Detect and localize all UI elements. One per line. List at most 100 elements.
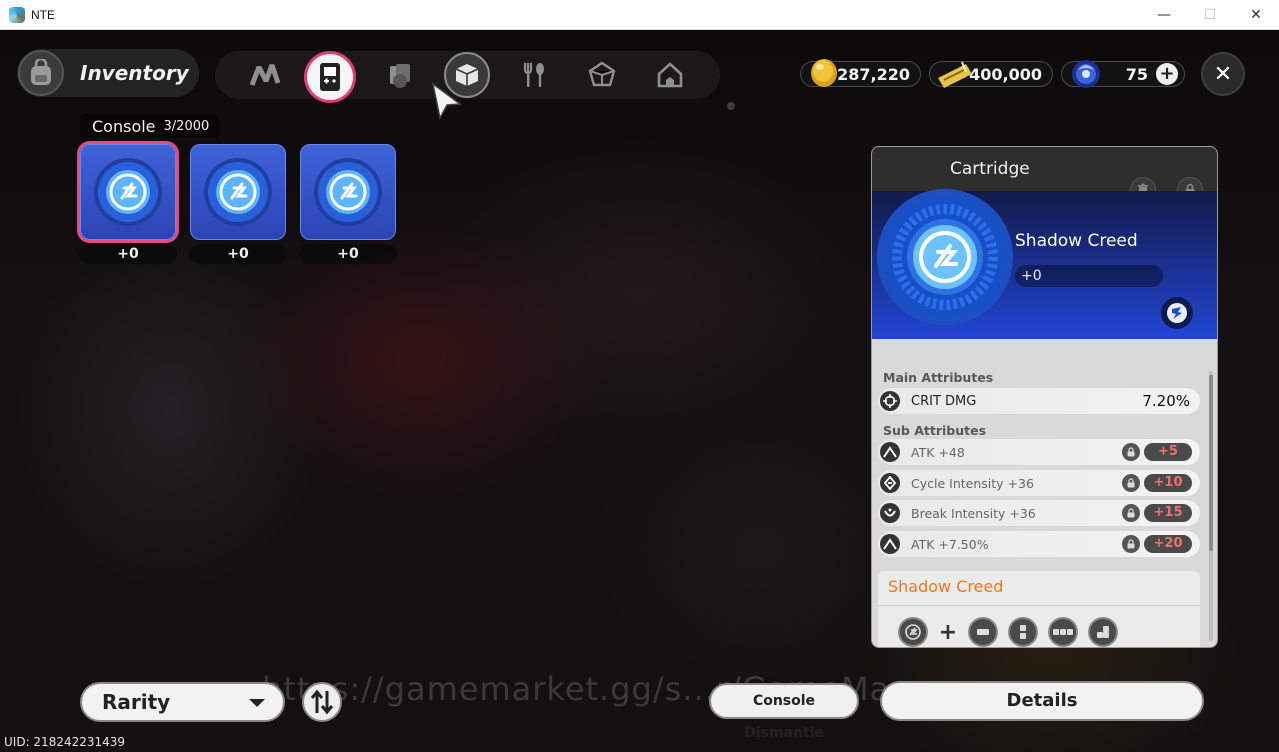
window-title: NTE bbox=[31, 7, 55, 22]
house-icon bbox=[657, 62, 683, 88]
window-close-button[interactable]: ✕ bbox=[1233, 0, 1279, 30]
sub-attributes-title: Sub Attributes bbox=[883, 423, 987, 438]
sub-attribute-row: Cycle Intensity +36 +10 bbox=[878, 470, 1200, 496]
blue-orb-icon bbox=[1068, 56, 1104, 96]
cards-icon bbox=[390, 64, 410, 88]
n-logo-icon bbox=[250, 64, 280, 86]
currency-ticket: 400,000 bbox=[929, 61, 1053, 88]
slot-level: +0 bbox=[189, 244, 287, 264]
handheld-console-icon bbox=[320, 63, 340, 91]
section-count: 3/2000 bbox=[163, 118, 210, 134]
sub-attribute-name: ATK +7.50% bbox=[911, 536, 989, 552]
ticket-amount: 400,000 bbox=[969, 64, 1042, 84]
tabs-indicator-dot bbox=[727, 102, 735, 110]
sub-attribute-name: ATK +48 bbox=[911, 444, 965, 460]
cartridge-slot[interactable] bbox=[80, 144, 176, 240]
character-icon[interactable] bbox=[1161, 297, 1193, 329]
console-dismantle-button[interactable]: Console Dismantle bbox=[709, 683, 859, 741]
item-name: Shadow Creed bbox=[1015, 231, 1138, 251]
maximize-button[interactable]: ☐ bbox=[1187, 0, 1233, 30]
currency-orb: 75 + bbox=[1061, 60, 1185, 88]
currency-gold: 287,220 bbox=[800, 59, 921, 87]
sub-attribute-row: Break Intensity +36 +15 bbox=[878, 500, 1200, 526]
cartridge-slot[interactable] bbox=[190, 144, 286, 240]
main-attribute-name: CRIT DMG bbox=[911, 393, 977, 409]
app-icon bbox=[9, 6, 25, 23]
lock-icon[interactable] bbox=[1122, 443, 1140, 461]
piece-two-icon[interactable] bbox=[1008, 617, 1038, 647]
page-title: Inventory bbox=[80, 61, 189, 85]
ticket-icon bbox=[936, 58, 976, 94]
piece-four-icon[interactable] bbox=[1088, 617, 1118, 647]
details-button[interactable]: Details bbox=[880, 681, 1204, 721]
cartridge-disc-icon bbox=[94, 158, 162, 226]
sort-arrows-icon bbox=[310, 689, 334, 715]
orb-amount: 75 bbox=[1125, 64, 1148, 84]
sub-attribute-bonus: +5 bbox=[1144, 443, 1192, 461]
break-icon bbox=[880, 503, 900, 523]
user-id: UID: 218242231439 bbox=[4, 735, 126, 749]
rarity-filter-dropdown[interactable]: Rarity bbox=[80, 682, 285, 722]
main-attribute-value: 7.20% bbox=[1142, 392, 1190, 410]
rarity-label: Rarity bbox=[102, 690, 171, 714]
window-titlebar: NTE — ☐ ✕ bbox=[0, 0, 1279, 30]
tab-housing[interactable] bbox=[650, 55, 690, 95]
set-effect-box: Shadow Creed + bbox=[878, 571, 1200, 647]
section-name: Console bbox=[92, 116, 156, 136]
scrollbar-thumb[interactable] bbox=[1209, 375, 1213, 551]
piece-one-icon[interactable] bbox=[968, 617, 998, 647]
lock-icon[interactable] bbox=[1122, 504, 1140, 522]
sub-attribute-row: ATK +7.50% +20 bbox=[878, 531, 1200, 557]
tab-cards[interactable] bbox=[380, 55, 420, 95]
item-hero: Shadow Creed +0 bbox=[872, 189, 1217, 339]
crosshair-icon bbox=[880, 391, 900, 411]
slot-level: +0 bbox=[299, 244, 397, 264]
tab-console[interactable] bbox=[307, 54, 353, 100]
piece-three-icon[interactable] bbox=[1048, 617, 1078, 647]
window-controls: — ☐ ✕ bbox=[1141, 0, 1279, 30]
sub-attribute-bonus: +15 bbox=[1144, 504, 1192, 522]
item-detail-panel: Cartridge Shadow Creed +0 Main Attribute… bbox=[871, 146, 1218, 648]
sub-attribute-bonus: +20 bbox=[1144, 535, 1192, 553]
cartridge-disc-icon bbox=[314, 158, 382, 226]
category-tabs bbox=[215, 51, 720, 100]
cartridge-slot[interactable] bbox=[300, 144, 396, 240]
sub-attribute-name: Cycle Intensity +36 bbox=[911, 475, 1034, 491]
main-attributes-title: Main Attributes bbox=[883, 370, 994, 385]
main-attribute-row: CRIT DMG 7.20% bbox=[878, 388, 1200, 414]
set-disc-icon[interactable] bbox=[898, 617, 928, 647]
tab-n-logo[interactable] bbox=[245, 55, 285, 95]
sort-order-button[interactable] bbox=[302, 682, 342, 722]
backpack-icon bbox=[18, 50, 64, 96]
fork-spoon-icon bbox=[523, 63, 544, 87]
tab-food[interactable] bbox=[515, 55, 555, 95]
item-type: Cartridge bbox=[950, 159, 1030, 179]
gold-coin-icon bbox=[807, 56, 841, 94]
sub-attribute-row: ATK +48 +5 bbox=[878, 439, 1200, 465]
lock-icon[interactable] bbox=[1122, 474, 1140, 492]
crystal-icon bbox=[588, 61, 616, 87]
sub-attribute-bonus: +10 bbox=[1144, 474, 1192, 492]
set-components: + bbox=[898, 617, 1118, 647]
chevron-down-icon bbox=[249, 699, 265, 707]
section-header: Console 3/2000 bbox=[80, 114, 220, 138]
gold-amount: 287,220 bbox=[837, 64, 910, 84]
atk-icon bbox=[880, 442, 900, 462]
add-currency-button[interactable]: + bbox=[1156, 63, 1178, 85]
cycle-icon bbox=[880, 473, 900, 493]
close-inventory-button[interactable]: ✕ bbox=[1201, 52, 1245, 96]
lock-icon[interactable] bbox=[1122, 535, 1140, 553]
divider bbox=[878, 605, 1200, 606]
set-plus: + bbox=[938, 619, 958, 645]
cartridge-disc-icon bbox=[204, 158, 272, 226]
panel-header bbox=[872, 147, 1217, 191]
atk-icon bbox=[880, 534, 900, 554]
set-name: Shadow Creed bbox=[888, 577, 1004, 596]
tab-crystal[interactable] bbox=[582, 55, 622, 95]
minimize-button[interactable]: — bbox=[1141, 0, 1187, 30]
item-level: +0 bbox=[1015, 265, 1163, 287]
cartridge-disc-large-icon bbox=[877, 189, 1013, 325]
sub-attribute-name: Break Intensity +36 bbox=[911, 505, 1036, 521]
mouse-cursor-icon bbox=[431, 82, 463, 121]
game-viewport: Inventory 287,220 400,000 75 + ✕ Console… bbox=[0, 30, 1279, 752]
